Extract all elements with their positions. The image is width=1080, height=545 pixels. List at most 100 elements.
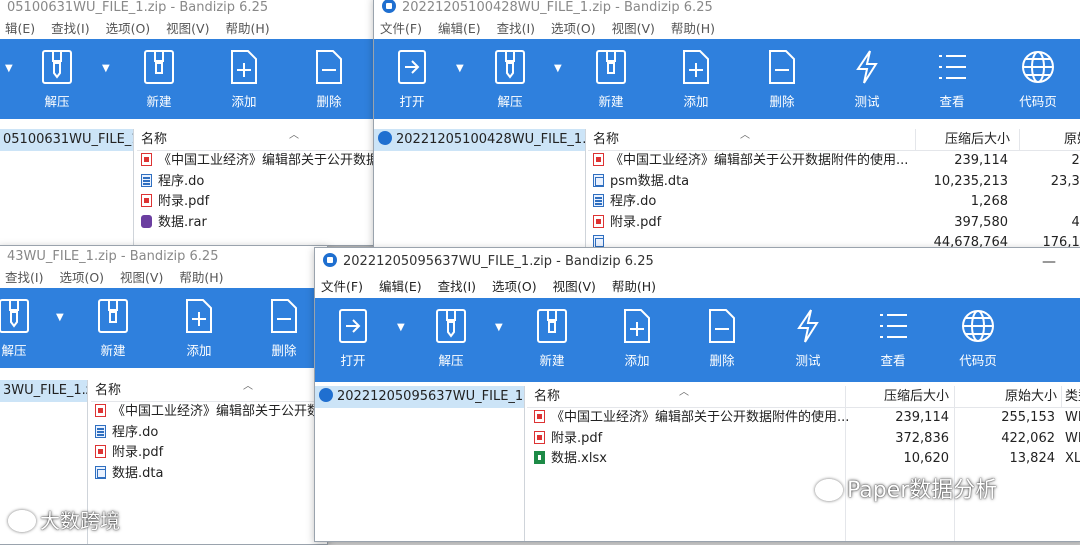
view-button[interactable]: 查看 bbox=[863, 308, 923, 369]
file-row[interactable]: 程序.do bbox=[137, 172, 377, 193]
menu-help[interactable]: 帮助(H) bbox=[671, 21, 715, 36]
menu-view[interactable]: 视图(V) bbox=[120, 270, 163, 285]
bandizip-window-3[interactable]: 43WU_FILE_1.zip - Bandizip 6.25 查找(I) 选项… bbox=[0, 245, 328, 545]
file-row[interactable]: 程序.do bbox=[91, 423, 327, 444]
extract-button[interactable]: 解压 bbox=[27, 49, 87, 110]
open-button[interactable]: 打开 bbox=[382, 49, 442, 110]
menu-options[interactable]: 选项(O) bbox=[106, 21, 151, 36]
file-row[interactable]: 《中国工业经济》编辑部关于公开数 bbox=[91, 402, 327, 423]
menu-find[interactable]: 查找(I) bbox=[5, 270, 43, 285]
menu-view[interactable]: 视图(V) bbox=[553, 279, 596, 294]
menu-file[interactable]: 文件(F) bbox=[380, 21, 422, 36]
view-button[interactable]: 查看 bbox=[922, 49, 982, 110]
menu-file[interactable]: 文件(F) bbox=[321, 279, 363, 294]
column-header-type[interactable]: 类型 bbox=[1065, 386, 1080, 408]
open-dropdown-icon[interactable]: ▼ bbox=[397, 322, 405, 333]
do-file-icon bbox=[95, 424, 106, 438]
delete-button[interactable]: 删除 bbox=[254, 298, 314, 359]
add-button[interactable]: 添加 bbox=[607, 308, 667, 369]
column-divider[interactable] bbox=[915, 129, 916, 150]
open-button[interactable]: 打开 bbox=[323, 308, 383, 369]
menu-options[interactable]: 选项(O) bbox=[492, 279, 537, 294]
menu-help[interactable]: 帮助(H) bbox=[612, 279, 656, 294]
column-divider[interactable] bbox=[1061, 386, 1062, 407]
bandizip-window-1[interactable]: 05100631WU_FILE_1.zip - Bandizip 6.25 辑(… bbox=[0, 0, 378, 246]
test-button[interactable]: 测试 bbox=[837, 49, 897, 110]
file-row[interactable]: 附录.pdf397,58044 bbox=[588, 213, 1080, 234]
menu-find[interactable]: 查找(I) bbox=[438, 279, 476, 294]
file-row[interactable]: 程序.do 1,268 bbox=[588, 192, 1080, 213]
test-button[interactable]: 测试 bbox=[778, 308, 838, 369]
new-button[interactable]: 新建 bbox=[581, 49, 641, 110]
tree-item-archive[interactable]: 20221205095637WU_FILE_1.z bbox=[315, 386, 524, 408]
column-header-name[interactable]: 名称 ︿ bbox=[137, 129, 377, 151]
open-dropdown-icon[interactable]: ▼ bbox=[5, 63, 13, 74]
extract-button[interactable]: 解压 bbox=[480, 49, 540, 110]
tree-item-archive[interactable]: 3WU_FILE_1.z bbox=[0, 380, 87, 402]
menu-help[interactable]: 帮助(H) bbox=[225, 21, 269, 36]
file-row[interactable]: 附录.pdf372,836422,062WI bbox=[527, 429, 1080, 450]
tree-item-archive[interactable]: 20221205100428WU_FILE_1.z bbox=[374, 129, 585, 151]
file-row[interactable]: psm数据.dta10,235,21323,38 bbox=[588, 172, 1080, 193]
file-row[interactable]: 《中国工业经济》编辑部关于公开数据 bbox=[137, 151, 377, 172]
codepage-button[interactable]: 代码页 bbox=[948, 308, 1008, 369]
file-row[interactable]: 《中国工业经济》编辑部关于公开数据附件的使用... 239,114 255,153 W… bbox=[527, 408, 1080, 429]
menu-view[interactable]: 视图(V) bbox=[166, 21, 209, 36]
menu-view[interactable]: 视图(V) bbox=[612, 21, 655, 36]
menu-options[interactable]: 选项(O) bbox=[551, 21, 596, 36]
column-header-original[interactable]: 原始 bbox=[1064, 129, 1080, 151]
new-button[interactable]: 新建 bbox=[522, 308, 582, 369]
add-file-icon bbox=[231, 50, 257, 84]
column-divider[interactable] bbox=[954, 386, 955, 407]
extract-dropdown-icon[interactable]: ▼ bbox=[102, 63, 110, 74]
extract-button[interactable]: 解压 bbox=[421, 308, 481, 369]
menu-edit[interactable]: 辑(E) bbox=[5, 21, 35, 36]
delete-button[interactable]: 删除 bbox=[692, 308, 752, 369]
extract-dropdown-icon[interactable]: ▼ bbox=[495, 322, 503, 333]
file-row[interactable]: 《中国工业经济》编辑部关于公开数据附件的使用...239,11425 bbox=[588, 151, 1080, 172]
extract-dropdown-icon[interactable]: ▼ bbox=[56, 312, 64, 323]
menu-edit[interactable]: 编辑(E) bbox=[438, 21, 481, 36]
bandizip-window-2[interactable]: 20221205100428WU_FILE_1.zip - Bandizip 6… bbox=[373, 0, 1080, 248]
column-divider[interactable] bbox=[1019, 129, 1020, 150]
column-header-name[interactable]: 名称 ︿ bbox=[91, 380, 327, 402]
tree-item-archive[interactable]: 05100631WU_FILE_1.z bbox=[0, 129, 133, 151]
extract-dropdown-icon[interactable]: ▼ bbox=[554, 63, 562, 74]
column-header-name[interactable]: 名称 bbox=[534, 386, 560, 408]
file-row[interactable]: 附录.pdf bbox=[137, 192, 377, 213]
delete-button[interactable]: 删除 bbox=[299, 49, 359, 110]
column-header-compressed[interactable]: 压缩后大小 bbox=[918, 129, 1010, 151]
file-row[interactable]: 数据.dta bbox=[91, 464, 327, 485]
extract-button[interactable]: 解压 bbox=[0, 298, 44, 359]
minimize-button[interactable]: — bbox=[1037, 248, 1061, 276]
menu-help[interactable]: 帮助(H) bbox=[179, 270, 223, 285]
file-row[interactable]: 44,678,764176,16 bbox=[588, 233, 1080, 247]
column-header-compressed[interactable]: 压缩后大小 bbox=[849, 386, 949, 408]
add-button[interactable]: 添加 bbox=[666, 49, 726, 110]
add-button[interactable]: 添加 bbox=[169, 298, 229, 359]
file-row[interactable]: 附录.pdf bbox=[91, 443, 327, 464]
new-button[interactable]: 新建 bbox=[129, 49, 189, 110]
new-archive-icon bbox=[596, 50, 626, 84]
delete-button[interactable]: 删除 bbox=[752, 49, 812, 110]
pdf-file-icon bbox=[141, 153, 152, 166]
column-header-name[interactable]: 名称 bbox=[593, 129, 619, 151]
new-label: 新建 bbox=[100, 343, 126, 358]
menu-edit[interactable]: 编辑(E) bbox=[379, 279, 422, 294]
menu-options[interactable]: 选项(O) bbox=[59, 270, 104, 285]
add-button[interactable]: 添加 bbox=[214, 49, 274, 110]
open-folder-icon bbox=[339, 309, 367, 343]
column-divider[interactable] bbox=[845, 386, 846, 407]
pdf-file-icon bbox=[593, 214, 604, 228]
codepage-button[interactable]: 代码页 bbox=[1008, 49, 1068, 110]
new-button[interactable]: 新建 bbox=[83, 298, 143, 359]
column-header-original[interactable]: 原始大小 bbox=[957, 386, 1057, 408]
file-row[interactable]: 数据.xlsx 10,620 13,824 XL bbox=[527, 449, 1080, 470]
toolbar: ▼ 解压 ▼ 新建 添加 删除 bbox=[0, 39, 377, 119]
menu-find[interactable]: 查找(I) bbox=[51, 21, 89, 36]
menu-find[interactable]: 查找(I) bbox=[497, 21, 535, 36]
toolbar: 打开 ▼ 解压 ▼ 新建 添加 删除 测试 查看 代码页 bbox=[315, 298, 1080, 382]
open-dropdown-icon[interactable]: ▼ bbox=[456, 63, 464, 74]
file-row[interactable]: 数据.rar bbox=[137, 213, 377, 234]
toolbar: 解压 ▼ 新建 添加 删除 bbox=[0, 288, 327, 368]
